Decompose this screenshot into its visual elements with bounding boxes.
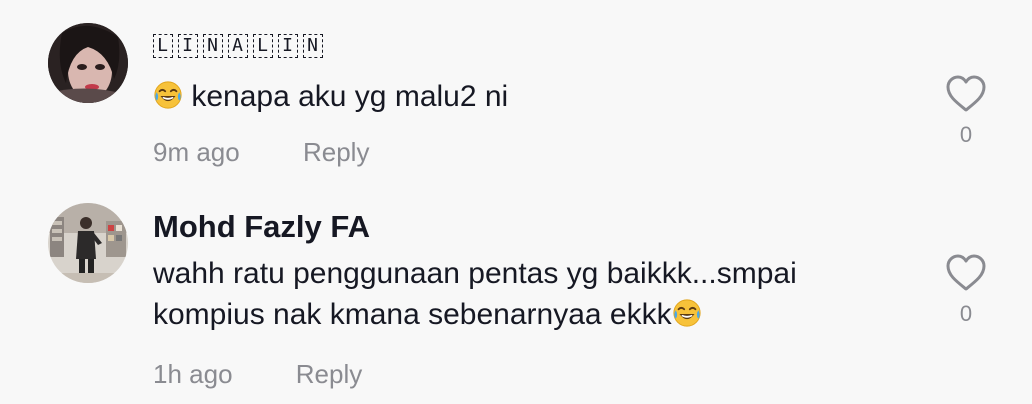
comment-meta: 9m ago Reply — [153, 137, 369, 167]
comment-timestamp: 9m ago — [153, 137, 240, 167]
username[interactable]: Mohd Fazly FA — [153, 209, 370, 245]
like-count: 0 — [959, 301, 973, 326]
like-button[interactable]: 0 — [945, 74, 987, 148]
laughing-emoji-icon — [673, 299, 701, 327]
username-char: N — [303, 34, 323, 59]
comment-text-content: kenapa aku yg malu2 ni — [191, 80, 509, 113]
username-char: L — [253, 34, 273, 59]
comment-text: wahh ratu penggunaan pentas yg baikkk...… — [153, 253, 913, 335]
username[interactable]: LINALIN — [153, 27, 328, 63]
username-char: I — [278, 34, 298, 59]
reply-button[interactable]: Reply — [296, 359, 362, 389]
laughing-emoji-icon — [154, 81, 182, 109]
reply-button[interactable]: Reply — [303, 137, 369, 167]
like-button[interactable]: 0 — [945, 253, 987, 327]
comment-timestamp: 1h ago — [153, 359, 233, 389]
comment-meta: 1h ago Reply — [153, 359, 362, 389]
like-count: 0 — [959, 122, 973, 147]
avatar-image — [48, 23, 128, 103]
avatar[interactable] — [48, 203, 128, 283]
avatar[interactable] — [48, 23, 128, 103]
comment-item: Mohd Fazly FA wahh ratu penggunaan penta… — [0, 190, 1032, 404]
username-char: I — [178, 34, 198, 59]
heart-outline-icon[interactable] — [945, 74, 987, 114]
heart-outline-icon[interactable] — [945, 253, 987, 293]
avatar-image — [48, 203, 128, 283]
username-char: A — [228, 34, 248, 59]
comment-item: LINALIN kenapa aku yg malu2 ni 9m ago Re… — [0, 0, 1032, 190]
username-char: L — [153, 34, 173, 59]
username-char: N — [203, 34, 223, 59]
comment-text: kenapa aku yg malu2 ni — [153, 76, 913, 117]
